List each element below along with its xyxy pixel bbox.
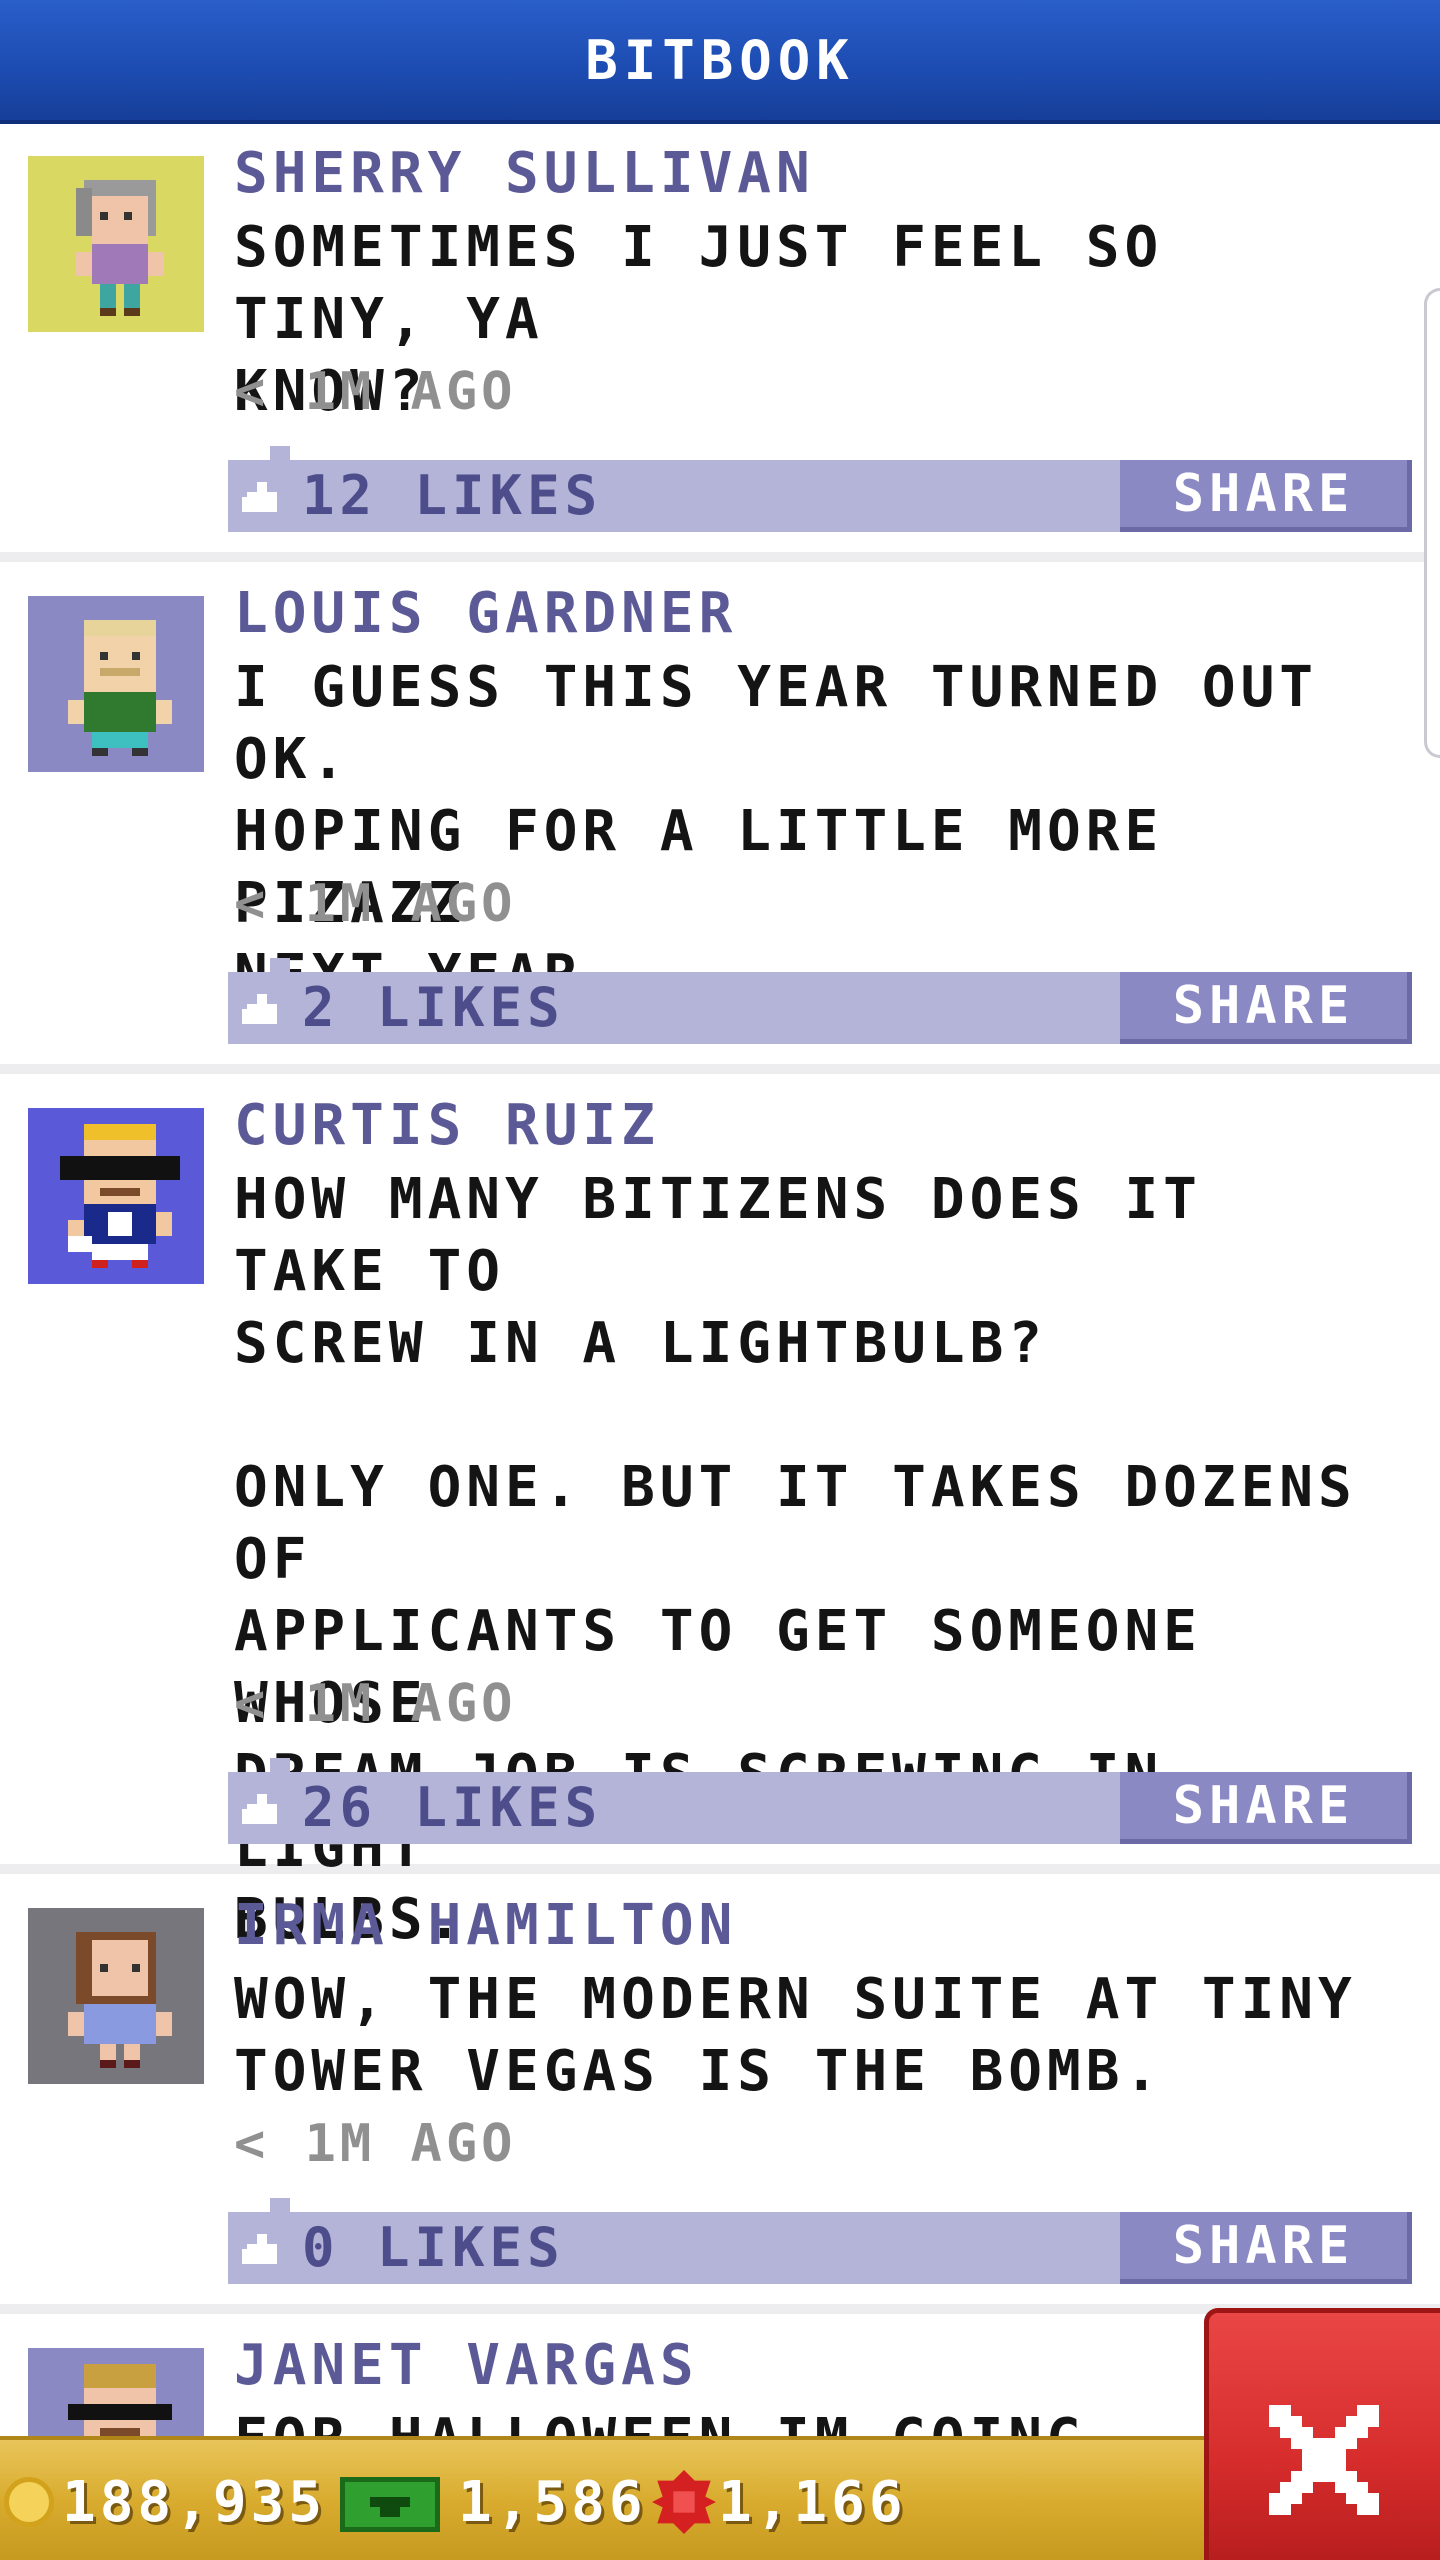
share-button[interactable]: SHARE <box>1120 1772 1412 1844</box>
avatar[interactable] <box>28 1908 204 2084</box>
avatar[interactable] <box>28 596 204 772</box>
like-bar-notch <box>270 1758 290 1772</box>
thumbs-up-icon <box>242 1794 277 1824</box>
post-text: FOR HALLOWEEN IM GOING TO WE <box>234 2404 1194 2436</box>
close-icon <box>1269 2405 1379 2515</box>
thumbs-up-icon <box>242 2234 277 2264</box>
avatar-louis-gardner <box>28 596 204 772</box>
coin-icon <box>4 2477 54 2527</box>
like-count[interactable]: 0 LIKES <box>302 2212 565 2284</box>
like-bar: 2 LIKES SHARE <box>228 958 1412 1044</box>
bux-icon <box>340 2472 440 2532</box>
app-title: BITBOOK <box>585 28 855 92</box>
post-timestamp: < 1M AGO <box>234 1674 517 1734</box>
post-divider <box>0 1064 1440 1074</box>
like-bar-notch <box>270 958 290 972</box>
thumbs-up-icon <box>242 994 277 1024</box>
post-author-name[interactable]: JANET VARGAS <box>234 2336 699 2396</box>
share-button[interactable]: SHARE <box>1120 2212 1412 2284</box>
app-header: BITBOOK <box>0 0 1440 124</box>
like-count[interactable]: 26 LIKES <box>302 1772 602 1844</box>
like-bar-notch <box>270 446 290 460</box>
coins-display: 188,935 <box>4 2440 326 2560</box>
post-timestamp: < 1M AGO <box>234 362 517 422</box>
post-divider <box>0 552 1440 562</box>
post-author-name[interactable]: IRMA HAMILTON <box>234 1896 737 1956</box>
post-author-name[interactable]: LOUIS GARDNER <box>234 584 737 644</box>
avatar-irma-hamilton <box>28 1908 204 2084</box>
avatar[interactable] <box>28 156 204 332</box>
like-count[interactable]: 12 LIKES <box>302 460 602 532</box>
post-text: WOW, THE MODERN SUITE AT TINY TOWER VEGA… <box>234 1967 1357 2104</box>
avatar[interactable] <box>28 2348 204 2436</box>
thumbs-up-icon <box>242 482 277 512</box>
bux-display: 1,586 <box>340 2440 647 2560</box>
gems-display: 1,166 <box>652 2440 907 2560</box>
coins-value: 188,935 <box>62 2469 327 2535</box>
post-author-name[interactable]: SHERRY SULLIVAN <box>234 144 815 204</box>
post-timestamp: < 1M AGO <box>234 874 517 934</box>
avatar-curtis-ruiz <box>28 1108 204 1284</box>
gem-icon <box>652 2470 716 2534</box>
like-bar-notch <box>270 2198 290 2212</box>
like-bar: 0 LIKES SHARE <box>228 2198 1412 2284</box>
share-button[interactable]: SHARE <box>1120 972 1412 1044</box>
post-timestamp: < 1M AGO <box>234 2114 517 2174</box>
post-author-name[interactable]: CURTIS RUIZ <box>234 1096 660 1156</box>
close-button[interactable] <box>1204 2308 1440 2560</box>
post-text: I GUESS THIS YEAR TURNED OUT OK. HOPING … <box>234 655 1319 1008</box>
like-count[interactable]: 2 LIKES <box>302 972 565 1044</box>
avatar-janet-vargas <box>28 2348 204 2436</box>
share-button[interactable]: SHARE <box>1120 460 1412 532</box>
gems-value: 1,166 <box>718 2469 907 2535</box>
avatar[interactable] <box>28 1108 204 1284</box>
scrollbar-thumb[interactable] <box>1424 288 1440 758</box>
avatar-sherry-sullivan <box>28 156 204 332</box>
like-bar: 26 LIKES SHARE <box>228 1758 1412 1844</box>
bux-value: 1,586 <box>458 2469 647 2535</box>
like-bar: 12 LIKES SHARE <box>228 446 1412 532</box>
